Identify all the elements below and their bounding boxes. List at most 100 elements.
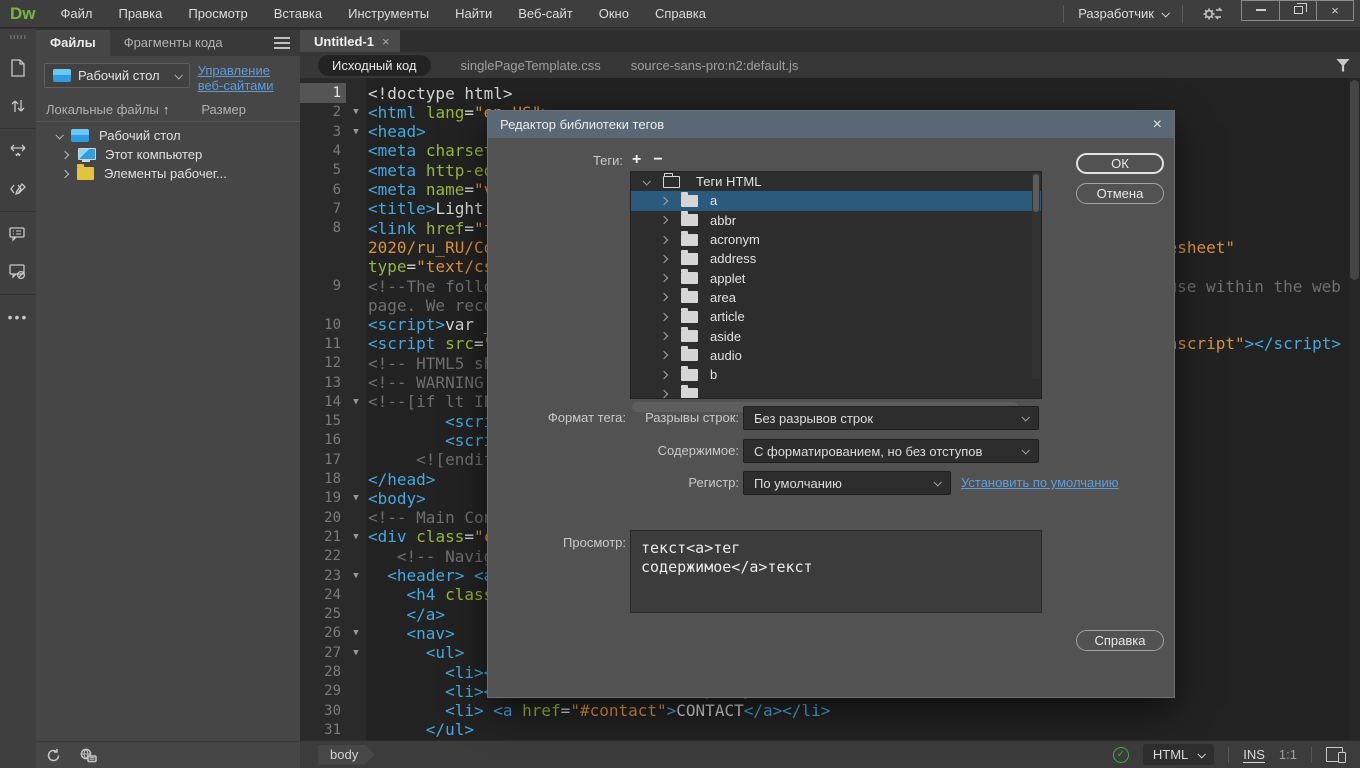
related-file-css[interactable]: singlePageTemplate.css [461,58,601,73]
doctype-dropdown[interactable]: HTML [1143,744,1214,765]
menu-item[interactable]: Файл [48,0,106,28]
open-documents-button[interactable] [0,49,36,87]
tag-item-applet[interactable]: applet [631,268,1041,287]
set-default-link[interactable]: Установить по умолчанию [961,475,1118,490]
sort-ascending-icon[interactable]: ↑ [163,102,170,117]
minimize-button[interactable] [1242,1,1279,20]
code-fold-icon[interactable]: ▼ [346,397,366,407]
menu-item[interactable]: Вставка [261,0,335,28]
chevron-right-icon[interactable] [61,169,69,177]
scrollbar-thumb[interactable] [1033,174,1039,212]
site-select-dropdown[interactable]: Рабочий стол [44,63,190,88]
tag-item-abbr[interactable]: abbr [631,211,1041,230]
restore-button[interactable] [1279,1,1316,20]
panel-menu-button[interactable] [274,42,290,44]
manage-sites-link[interactable]: Управление веб-сайтами [198,63,292,93]
line-breaks-dropdown[interactable]: Без разрывов строк [743,406,1039,430]
help-button[interactable]: Справка [1076,630,1164,651]
more-tools-button[interactable]: ••• [0,298,36,336]
tag-item-address[interactable]: address [631,249,1041,268]
related-file-source[interactable]: Исходный код [318,55,431,76]
related-file-js[interactable]: source-sans-pro:n2:default.js [631,58,799,73]
remove-tag-button[interactable]: − [653,151,662,169]
tag-item-partial[interactable] [631,384,1041,399]
chevron-right-icon[interactable] [660,312,668,320]
file-management-button[interactable] [0,87,36,125]
dialog-titlebar[interactable]: Редактор библиотеки тегов × [488,111,1174,138]
code-line[interactable]: 30 <li> <a href="#contact">CONTACT</a></… [300,701,1360,721]
menu-item[interactable]: Справка [642,0,719,28]
tag-item-area[interactable]: area [631,288,1041,307]
code-fold-icon[interactable]: ▼ [346,107,366,117]
code-scrollbar[interactable] [1349,78,1360,740]
preview-in-device-icon[interactable] [1326,747,1346,763]
toolbar-grip[interactable] [10,35,26,39]
tab-snippets[interactable]: Фрагменты кода [110,30,237,56]
chevron-right-icon[interactable] [660,351,668,359]
chevron-down-icon[interactable] [642,177,650,185]
chevron-right-icon[interactable] [660,370,668,378]
add-tag-button[interactable]: + [632,151,641,169]
code-line[interactable]: 31 </ul> [300,720,1360,740]
tag-item-article[interactable]: article [631,307,1041,326]
code-fold-icon[interactable]: ▼ [346,532,366,542]
code-fold-icon[interactable]: ▼ [346,493,366,503]
chevron-right-icon[interactable] [660,332,668,340]
expand-all-button[interactable] [0,132,36,170]
chevron-down-icon[interactable] [55,131,63,139]
tag-item-b[interactable]: b [631,365,1041,384]
code-fold-icon[interactable]: ▼ [346,127,366,137]
tree-row[interactable]: Элементы рабочег... [36,164,300,183]
document-tab[interactable]: Untitled-1 × [300,30,400,52]
apply-comment-button[interactable] [0,215,36,253]
cancel-button[interactable]: Отмена [1076,183,1164,204]
dialog-close-icon[interactable]: × [1153,117,1162,133]
chevron-right-icon[interactable] [61,150,69,158]
ok-button[interactable]: ОК [1076,153,1164,174]
refresh-icon[interactable] [46,748,61,763]
tag-item-audio[interactable]: audio [631,346,1041,365]
tag-tree-root[interactable]: Теги HTML [631,172,1041,191]
menu-item[interactable]: Инструменты [335,0,442,28]
column-size[interactable]: Размер [201,102,290,117]
chevron-right-icon[interactable] [660,293,668,301]
file-activity-log-icon[interactable] [79,748,98,763]
sync-settings-button[interactable] [1193,5,1231,23]
tag-item-acronym[interactable]: acronym [631,230,1041,249]
code-fold-icon[interactable]: ▼ [346,571,366,581]
folder-icon [681,253,698,265]
tag-list-vertical-scrollbar[interactable] [1032,173,1040,379]
scrollbar-thumb[interactable] [1350,80,1359,280]
chevron-right-icon[interactable] [660,235,668,243]
workspace-switcher[interactable]: Разработчик [1074,6,1172,21]
chevron-right-icon[interactable] [660,390,668,398]
tag-item-a[interactable]: a [631,191,1041,210]
tag-selector-body[interactable]: body [318,745,374,765]
case-dropdown[interactable]: По умолчанию [743,471,951,495]
menu-item[interactable]: Правка [105,0,175,28]
code-fold-icon[interactable]: ▼ [346,648,366,658]
chevron-right-icon[interactable] [660,197,668,205]
tab-files[interactable]: Файлы [36,30,110,56]
close-icon: × [1331,3,1339,18]
menu-item[interactable]: Найти [442,0,505,28]
menu-item[interactable]: Веб-сайт [505,0,585,28]
format-source-button[interactable] [0,170,36,208]
chevron-right-icon[interactable] [660,216,668,224]
tree-row[interactable]: Рабочий стол [36,126,300,145]
chevron-right-icon[interactable] [660,255,668,263]
contents-dropdown[interactable]: С форматированием, но без отступов [743,439,1039,463]
chevron-right-icon[interactable] [660,274,668,282]
close-button[interactable]: × [1316,1,1353,20]
tree-row[interactable]: Этот компьютер [36,145,300,164]
tag-item-aside[interactable]: aside [631,326,1041,345]
code-line[interactable]: 1<!doctype html> [300,83,1360,103]
code-fold-icon[interactable]: ▼ [346,628,366,638]
insert-mode-indicator[interactable]: INS [1243,747,1265,763]
filter-icon[interactable] [1336,59,1350,72]
remove-comment-button[interactable] [0,253,36,291]
tab-close-icon[interactable]: × [382,34,390,49]
column-local-files[interactable]: Локальные файлы [46,102,159,117]
menu-item[interactable]: Окно [586,0,642,28]
menu-item[interactable]: Просмотр [175,0,260,28]
